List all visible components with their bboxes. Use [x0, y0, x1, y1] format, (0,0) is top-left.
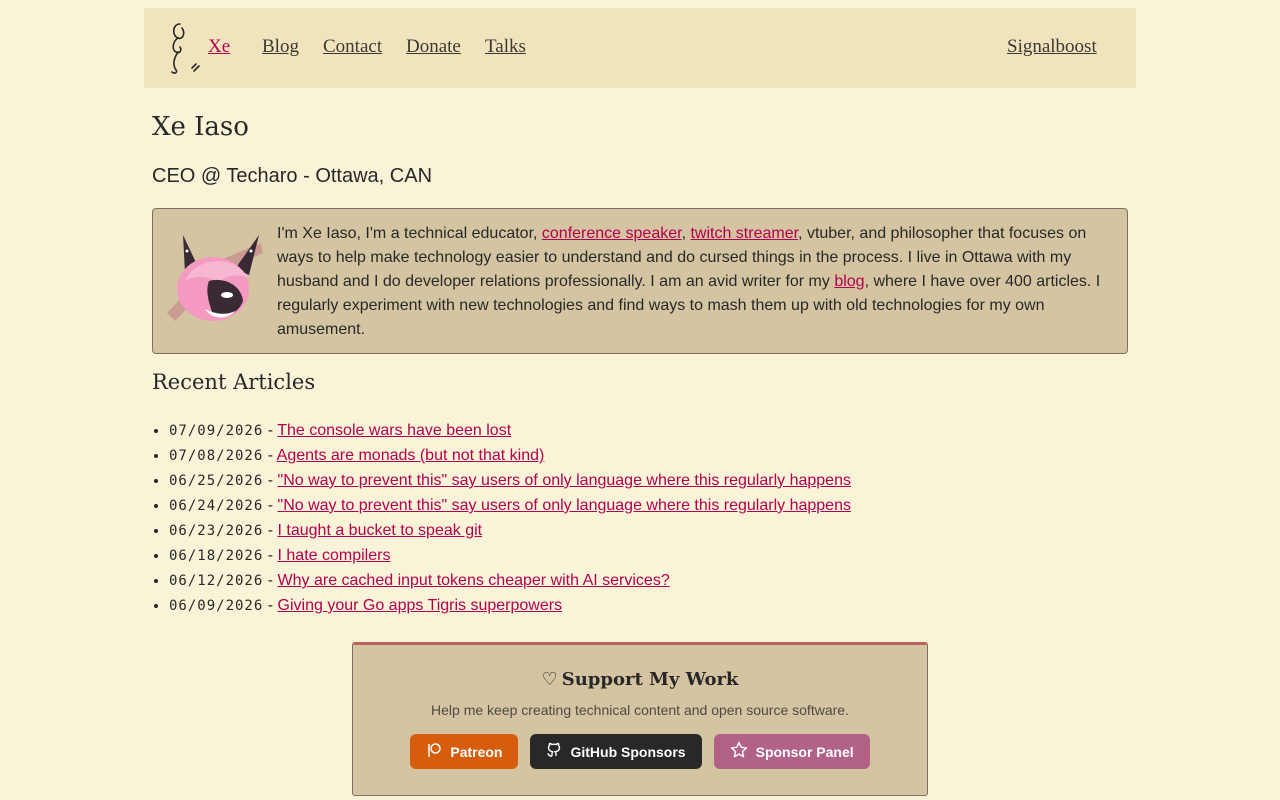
- support-card: ♡ Support My Work Help me keep creating t…: [352, 642, 928, 796]
- nav-contact-link[interactable]: Contact: [323, 36, 382, 58]
- github-sponsors-button[interactable]: GitHub Sponsors: [530, 734, 702, 769]
- article-date: 06/23/2026: [169, 523, 264, 539]
- article-date: 06/24/2026: [169, 498, 264, 514]
- patreon-button[interactable]: Patreon: [410, 734, 519, 769]
- recent-articles-list: 07/09/2026 - The console wars have been …: [152, 418, 851, 618]
- nav-talks-link[interactable]: Talks: [485, 36, 526, 58]
- list-item: 06/12/2026 - Why are cached input tokens…: [169, 568, 851, 593]
- recent-articles-heading: Recent Articles: [152, 370, 316, 394]
- article-link[interactable]: "No way to prevent this" say users of on…: [278, 472, 851, 489]
- twitch-streamer-link[interactable]: twitch streamer: [690, 225, 798, 242]
- list-item: 07/09/2026 - The console wars have been …: [169, 418, 851, 443]
- list-item: 06/09/2026 - Giving your Go apps Tigris …: [169, 593, 851, 618]
- article-date: 06/18/2026: [169, 548, 264, 564]
- list-item: 06/23/2026 - I taught a bucket to speak …: [169, 518, 851, 543]
- heart-icon: ♡: [541, 669, 558, 690]
- nav-blog-link[interactable]: Blog: [262, 36, 299, 58]
- support-description: Help me keep creating technical content …: [431, 702, 849, 718]
- article-link[interactable]: The console wars have been lost: [277, 422, 511, 439]
- article-link[interactable]: Giving your Go apps Tigris superpowers: [278, 597, 563, 614]
- article-link[interactable]: I hate compilers: [278, 547, 391, 564]
- list-item: 06/24/2026 - "No way to prevent this" sa…: [169, 493, 851, 518]
- list-item: 06/18/2026 - I hate compilers: [169, 543, 851, 568]
- about-card: I'm Xe Iaso, I'm a technical educator, c…: [152, 208, 1128, 354]
- support-title: ♡ Support My Work: [541, 669, 739, 690]
- sponsor-panel-button[interactable]: Sponsor Panel: [713, 734, 870, 769]
- page-title: Xe Iaso: [152, 112, 249, 142]
- blog-link[interactable]: blog: [834, 273, 864, 290]
- article-date: 06/12/2026: [169, 573, 264, 589]
- list-item: 07/08/2026 - Agents are monads (but not …: [169, 443, 851, 468]
- xe-logo-icon[interactable]: [166, 20, 202, 76]
- page-subtitle: CEO @ Techaro - Ottawa, CAN: [152, 165, 433, 187]
- github-icon: [546, 742, 562, 762]
- avatar: [167, 235, 263, 321]
- patreon-icon: [426, 742, 442, 762]
- nav-donate-link[interactable]: Donate: [406, 36, 461, 58]
- article-date: 06/09/2026: [169, 598, 264, 614]
- nav-signalboost-link[interactable]: Signalboost: [1007, 36, 1097, 58]
- article-link[interactable]: I taught a bucket to speak git: [278, 522, 483, 539]
- top-nav: Xe Blog Contact Donate Talks Signalboost: [144, 8, 1136, 88]
- article-link[interactable]: Why are cached input tokens cheaper with…: [278, 572, 670, 589]
- article-date: 06/25/2026: [169, 473, 264, 489]
- article-link[interactable]: "No way to prevent this" say users of on…: [278, 497, 851, 514]
- article-link[interactable]: Agents are monads (but not that kind): [277, 447, 545, 464]
- article-date: 07/08/2026: [169, 448, 264, 464]
- conference-speaker-link[interactable]: conference speaker: [542, 225, 682, 242]
- about-text: I'm Xe Iaso, I'm a technical educator, c…: [277, 225, 1101, 338]
- star-icon: [730, 741, 748, 763]
- nav-home-link[interactable]: Xe: [208, 36, 230, 58]
- article-date: 07/09/2026: [169, 423, 264, 439]
- list-item: 06/25/2026 - "No way to prevent this" sa…: [169, 468, 851, 493]
